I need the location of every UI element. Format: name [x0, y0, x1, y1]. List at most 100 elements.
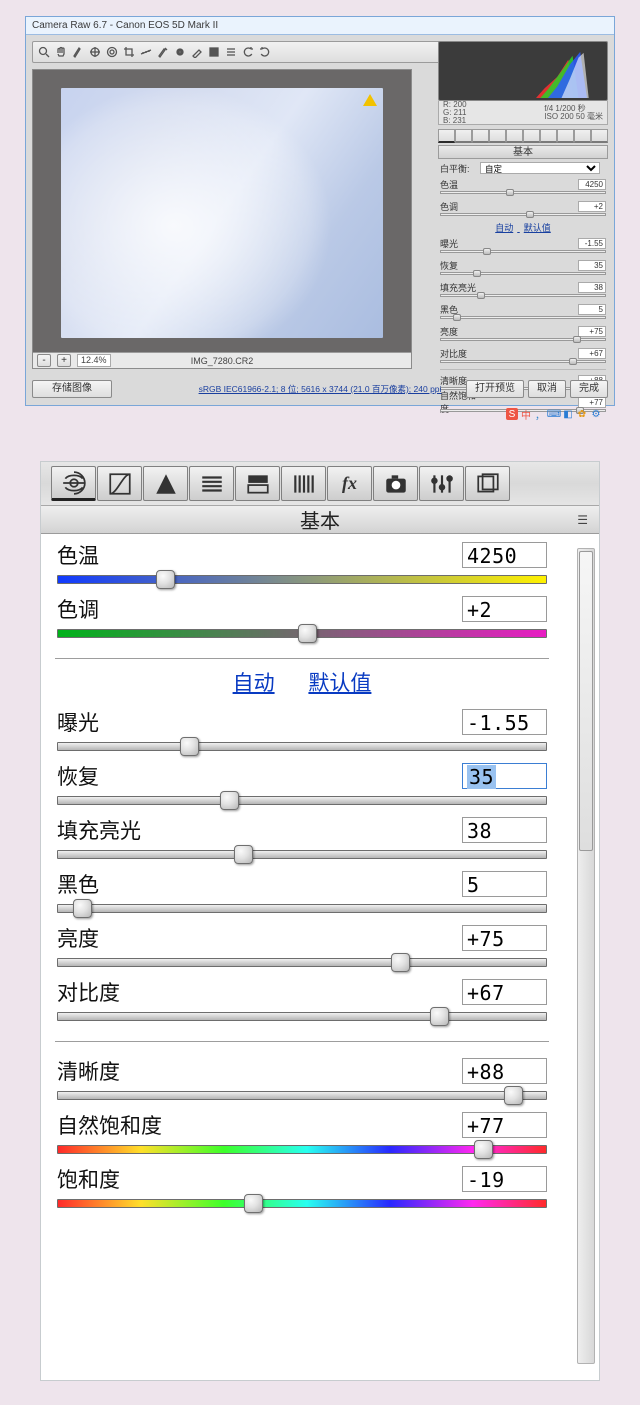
slider-thumb[interactable] [244, 1194, 263, 1213]
slider-track[interactable] [57, 956, 547, 973]
zoom-out-button[interactable]: - [37, 354, 51, 367]
slider-thumb[interactable] [391, 953, 410, 972]
zoom-level[interactable]: 12.4% [77, 354, 111, 367]
big-body: 色温 4250 色调 +2 自动 默认值 曝光 -1.55 [41, 534, 569, 1374]
slider-value[interactable]: 5 [578, 304, 606, 315]
slider-track[interactable] [440, 272, 606, 278]
slider-thumb[interactable] [220, 791, 239, 810]
slider-value[interactable]: -1.55 [462, 709, 547, 735]
slider-track[interactable] [440, 360, 606, 366]
slider-track[interactable] [440, 338, 606, 344]
crop-tool-icon[interactable] [122, 45, 136, 59]
slider-track[interactable] [57, 573, 547, 590]
hand-tool-icon[interactable] [54, 45, 68, 59]
slider-track[interactable] [57, 1143, 547, 1160]
done-button[interactable]: 完成 [570, 380, 608, 398]
slider-thumb[interactable] [156, 570, 175, 589]
slider-value[interactable]: -1.55 [578, 238, 606, 249]
slider-value[interactable]: +2 [462, 596, 547, 622]
tab-basic-icon[interactable] [51, 466, 96, 501]
slider-track[interactable] [57, 902, 547, 919]
tab-split-icon[interactable] [235, 466, 280, 501]
color-sampler-icon[interactable] [88, 45, 102, 59]
grad-filter-icon[interactable] [207, 45, 221, 59]
wb-select[interactable]: 自定 [480, 162, 600, 174]
slider-track[interactable] [57, 794, 547, 811]
slider-value[interactable]: 38 [578, 282, 606, 293]
slider-value[interactable]: -19 [462, 1166, 547, 1192]
slider-row: 曝光 -1.55 [438, 236, 608, 250]
slider-thumb[interactable] [73, 899, 92, 918]
slider-track[interactable] [440, 250, 606, 256]
slider-label: 填充亮光 [440, 281, 480, 294]
slider-value[interactable]: +77 [462, 1112, 547, 1138]
zoom-in-button[interactable]: + [57, 354, 71, 367]
scrollbar-thumb[interactable] [579, 551, 593, 851]
tab-camera-icon[interactable] [373, 466, 418, 501]
slider-label: 恢复 [57, 761, 99, 791]
slider-value[interactable]: 38 [462, 817, 547, 843]
slider-thumb[interactable] [504, 1086, 523, 1105]
open-button[interactable]: 打开预览 [466, 380, 524, 398]
slider-thumb[interactable] [180, 737, 199, 756]
slider-track[interactable] [440, 213, 606, 219]
slider-track[interactable] [57, 1197, 547, 1214]
tab-lens-icon[interactable] [281, 466, 326, 501]
slider-thumb[interactable] [298, 624, 317, 643]
side-panel: R: 200 G: 211 B: 231 f/4 1/200 秒 ISO 200… [438, 41, 608, 375]
slider-track[interactable] [440, 191, 606, 197]
slider-track[interactable] [57, 1010, 547, 1027]
panel-tabs[interactable] [438, 129, 608, 145]
auto-link[interactable]: 自动 [233, 672, 275, 695]
slider-track[interactable] [57, 627, 547, 644]
save-image-button[interactable]: 存储图像 [32, 380, 112, 398]
readout-bar: R: 200 G: 211 B: 231 f/4 1/200 秒 ISO 200… [438, 101, 608, 125]
cancel-button[interactable]: 取消 [528, 380, 566, 398]
slider-track[interactable] [440, 316, 606, 322]
default-link[interactable]: 默认值 [308, 672, 371, 695]
spot-removal-icon[interactable] [156, 45, 170, 59]
slider-track[interactable] [57, 740, 547, 757]
target-adjust-icon[interactable] [105, 45, 119, 59]
adjust-brush-icon[interactable] [190, 45, 204, 59]
slider-value[interactable]: 35 [578, 260, 606, 271]
wb-tool-icon[interactable] [71, 45, 85, 59]
slider-value[interactable]: +2 [578, 201, 606, 212]
image-meta-link[interactable]: sRGB IEC61966-2.1; 8 位; 5616 x 3744 (21.… [199, 383, 442, 395]
slider-track[interactable] [57, 848, 547, 865]
slider-thumb[interactable] [474, 1140, 493, 1159]
slider-value[interactable]: 5 [462, 871, 547, 897]
prefs-icon[interactable] [224, 45, 238, 59]
slider-value[interactable]: +75 [578, 326, 606, 337]
slider-row: 清晰度 +88 [51, 1054, 553, 1108]
auto-link-small[interactable]: 自动 [495, 223, 513, 233]
zoom-tool-icon[interactable] [37, 45, 51, 59]
tab-presets-icon[interactable] [419, 466, 464, 501]
slider-value[interactable]: +67 [578, 348, 606, 359]
slider-value[interactable]: 4250 [578, 179, 606, 190]
slider-value[interactable]: +88 [462, 1058, 547, 1084]
panel-menu-icon[interactable]: ☰ [577, 513, 589, 527]
rotate-ccw-icon[interactable] [241, 45, 255, 59]
rotate-cw-icon[interactable] [258, 45, 272, 59]
tab-fx-icon[interactable]: fx [327, 466, 372, 501]
tab-hsl-icon[interactable] [189, 466, 234, 501]
slider-track[interactable] [57, 1089, 547, 1106]
redeye-icon[interactable] [173, 45, 187, 59]
straighten-icon[interactable] [139, 45, 153, 59]
slider-value[interactable]: +67 [462, 979, 547, 1005]
tab-curve-icon[interactable] [97, 466, 142, 501]
slider-label: 色调 [57, 594, 99, 624]
slider-value[interactable]: +75 [462, 925, 547, 951]
scrollbar[interactable] [577, 548, 595, 1364]
slider-track[interactable] [440, 294, 606, 300]
tab-snapshots-icon[interactable] [465, 466, 510, 501]
slider-value[interactable]: 35 [462, 763, 547, 789]
preview-area[interactable]: - + 12.4% IMG_7280.CR2 [32, 69, 412, 369]
tab-detail-icon[interactable] [143, 466, 188, 501]
slider-thumb[interactable] [234, 845, 253, 864]
slider-value[interactable]: 4250 [462, 542, 547, 568]
default-link-small[interactable]: 默认值 [524, 223, 551, 233]
slider-thumb[interactable] [430, 1007, 449, 1026]
ime-logo-icon: S [506, 408, 518, 420]
